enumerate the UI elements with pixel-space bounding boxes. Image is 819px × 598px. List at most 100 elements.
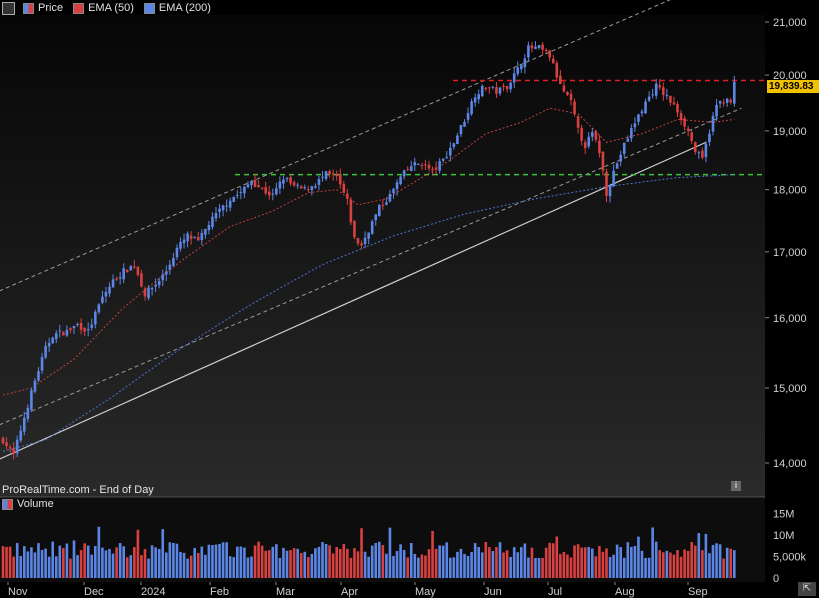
volume-bar [218, 543, 221, 578]
volume-bar [307, 557, 310, 578]
candle-body [718, 100, 722, 104]
candle-body [193, 237, 196, 239]
volume-bar [168, 542, 172, 578]
x-tick-label: Dec [84, 586, 104, 598]
candle-body [317, 178, 321, 185]
volume-bar [196, 552, 200, 578]
volume-bar [264, 550, 267, 578]
candle-body [12, 448, 15, 455]
candle-body [23, 417, 26, 432]
volume-bar [566, 554, 569, 578]
candle-body [79, 322, 83, 330]
candle-body [65, 329, 69, 336]
candle-body [654, 83, 658, 96]
candle-body [189, 235, 193, 239]
candle-body [133, 266, 136, 268]
info-icon[interactable]: i [731, 481, 741, 491]
volume-bar [97, 526, 101, 578]
volume-bar [69, 558, 72, 578]
candle-body [179, 241, 182, 249]
volume-bar [40, 550, 44, 578]
candle-body [541, 44, 544, 50]
volume-bar [626, 542, 630, 578]
volume-bar [289, 550, 292, 578]
candle-body [637, 114, 640, 122]
candle-body [449, 147, 452, 156]
candle-body [58, 330, 62, 332]
volume-bar [275, 544, 278, 578]
candle-body [662, 87, 665, 96]
price-tick-label: 17,000 [773, 247, 807, 259]
candle-body [505, 86, 509, 90]
corner-resize-icon[interactable]: ⇱ [798, 582, 816, 596]
candle-body [676, 104, 679, 113]
candle-body [527, 45, 530, 58]
candle-body [161, 274, 165, 281]
volume-bar [729, 548, 733, 578]
volume-swatch [2, 498, 13, 510]
volume-bar [555, 536, 559, 578]
volume-bar [722, 558, 725, 578]
candle-body [69, 328, 72, 330]
candle-body [101, 296, 104, 303]
candle-body [537, 45, 541, 49]
volume-bar [51, 541, 54, 578]
candle-body [516, 67, 520, 74]
candle-body [402, 170, 406, 177]
volume-bar [431, 530, 434, 578]
candle-body [267, 191, 271, 196]
candle-body [125, 269, 129, 273]
candle-body [104, 292, 108, 297]
candle-body [733, 81, 736, 104]
volume-tick-label: 15M [773, 509, 794, 521]
candle-body [693, 142, 697, 152]
volume-bar [65, 543, 69, 578]
volume-bar [338, 548, 342, 578]
candle-body [551, 58, 555, 64]
volume-bar [488, 547, 491, 578]
candle-body [232, 196, 236, 202]
candle-body [253, 180, 257, 187]
candle-body [626, 138, 630, 142]
volume-bar [697, 533, 701, 578]
candle-body [37, 371, 40, 381]
volume-bar [630, 546, 633, 578]
x-tick-label: Nov [8, 586, 28, 598]
legend-ema50[interactable]: EMA (50) [73, 2, 134, 14]
volume-bar [583, 547, 587, 578]
volume-bar [733, 550, 736, 578]
candle-body [385, 202, 388, 205]
candle-body [275, 188, 278, 195]
volume-bar [417, 557, 420, 578]
volume-bar [548, 542, 551, 578]
candle-body [438, 161, 441, 171]
volume-bar [718, 544, 722, 578]
volume-bar [150, 545, 154, 578]
legend-price[interactable]: Price [23, 2, 63, 14]
candle-body [463, 121, 466, 127]
volume-bar [662, 552, 665, 578]
candle-body [374, 214, 378, 221]
volume-bar [466, 555, 470, 578]
candle-body [647, 96, 651, 101]
volume-bar [669, 552, 672, 578]
volume-bar [271, 546, 275, 578]
candle-body [409, 166, 413, 172]
volume-bar [19, 556, 23, 578]
volume-bar [204, 554, 207, 578]
candle-body [143, 288, 147, 297]
candle-body [729, 99, 733, 103]
volume-bar [54, 556, 58, 578]
candle-body [456, 135, 459, 145]
candle-body [622, 142, 626, 154]
volume-bar [605, 548, 608, 578]
candle-body [388, 193, 392, 202]
candle-body [154, 284, 157, 287]
volume-bar [392, 555, 395, 578]
candle-body [214, 213, 218, 219]
volume-bar [76, 555, 79, 578]
volume-bar [314, 548, 317, 578]
tool-icon[interactable] [2, 1, 15, 15]
legend-ema200[interactable]: EMA (200) [143, 2, 211, 14]
volume-bar [502, 552, 505, 578]
